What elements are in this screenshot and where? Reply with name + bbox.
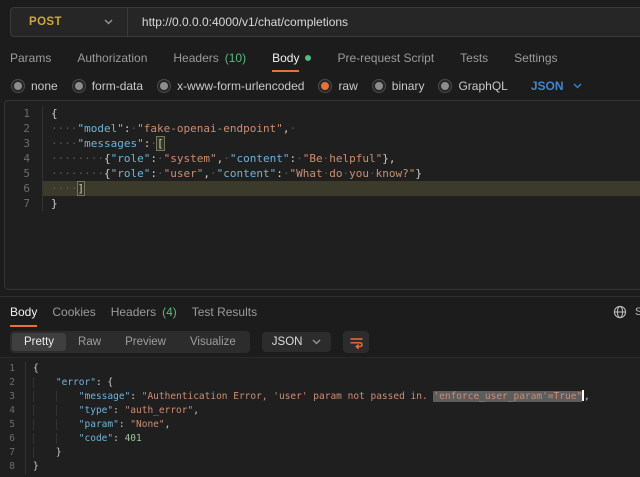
- tab-headers[interactable]: Headers(10): [173, 44, 246, 72]
- line-number: 7: [0, 446, 26, 460]
- line-number: 4: [5, 151, 43, 166]
- radio-graphql[interactable]: GraphQL: [439, 79, 507, 93]
- response-headers-count-badge: (4): [162, 305, 177, 319]
- globe-icon: [613, 305, 627, 319]
- line-number: 6: [5, 181, 43, 196]
- radio-binary[interactable]: binary: [373, 79, 425, 93]
- tab-authorization[interactable]: Authorization: [77, 44, 147, 72]
- response-section: Body Cookies Headers(4) Test Results S P…: [0, 296, 640, 477]
- tab-params[interactable]: Params: [10, 44, 51, 72]
- line-number: 1: [0, 362, 26, 376]
- request-body-editor[interactable]: 1{2····"model":·"fake-openai-endpoint",·…: [5, 106, 640, 211]
- code-line: 7}: [5, 196, 640, 211]
- line-number: 6: [0, 432, 26, 446]
- radio-circle: [373, 80, 385, 92]
- response-toolbar: Pretty Raw Preview Visualize JSON: [0, 327, 640, 357]
- tab-pre-request-script[interactable]: Pre-request Script: [337, 44, 434, 72]
- line-number: 4: [0, 404, 26, 418]
- tab-body[interactable]: Body: [272, 44, 311, 72]
- body-format-selector[interactable]: JSON: [531, 79, 582, 93]
- radio-circle: [158, 80, 170, 92]
- line-number: 1: [5, 106, 43, 121]
- line-number: 7: [5, 196, 43, 211]
- response-tab-body[interactable]: Body: [10, 297, 37, 327]
- view-pretty-button[interactable]: Pretty: [12, 333, 66, 351]
- body-type-row: none form-data x-www-form-urlencoded raw…: [0, 72, 640, 100]
- response-tab-test-results[interactable]: Test Results: [192, 297, 257, 327]
- code-line: 4 "type": "auth_error",: [0, 404, 640, 418]
- response-body-editor-container: 1{2 "error": {3 "message": "Authenticati…: [0, 357, 640, 477]
- response-tabs: Body Cookies Headers(4) Test Results S: [0, 297, 640, 327]
- chevron-down-icon: [573, 83, 582, 89]
- tab-tests[interactable]: Tests: [460, 44, 488, 72]
- status-text-clipped: S: [635, 306, 640, 318]
- code-line: 4········{"role":·"system",·"content":·"…: [5, 151, 640, 166]
- tab-settings[interactable]: Settings: [514, 44, 557, 72]
- code-line: 8}: [0, 460, 640, 474]
- code-line: 3····"messages":·[: [5, 136, 640, 151]
- body-modified-dot: [305, 55, 311, 61]
- request-tabs: Params Authorization Headers(10) Body Pr…: [0, 44, 640, 72]
- chevron-down-icon: [312, 339, 321, 345]
- request-url-strip: POST http://0.0.0.0:4000/v1/chat/complet…: [0, 0, 640, 44]
- response-body-editor[interactable]: 1{2 "error": {3 "message": "Authenticati…: [0, 362, 640, 474]
- line-number: 5: [5, 166, 43, 181]
- response-view-switcher: Pretty Raw Preview Visualize: [10, 331, 250, 353]
- code-line: 1{: [0, 362, 640, 376]
- code-line: 3 "message": "Authentication Error, 'use…: [0, 390, 640, 404]
- headers-count-badge: (10): [225, 51, 246, 65]
- code-line: 6····]: [5, 181, 640, 196]
- code-line: 2 "error": {: [0, 376, 640, 390]
- method-selector[interactable]: POST: [11, 8, 127, 36]
- radio-circle-selected: [319, 80, 331, 92]
- wrap-text-button[interactable]: [343, 331, 369, 353]
- radio-circle: [12, 80, 24, 92]
- view-raw-button[interactable]: Raw: [66, 333, 113, 351]
- code-line: 2····"model":·"fake-openai-endpoint",·: [5, 121, 640, 136]
- line-number: 3: [0, 390, 26, 404]
- radio-none[interactable]: none: [12, 79, 58, 93]
- method-label: POST: [29, 16, 62, 28]
- chevron-down-icon: [104, 19, 113, 25]
- code-line: 6 "code": 401: [0, 432, 640, 446]
- view-visualize-button[interactable]: Visualize: [178, 333, 248, 351]
- line-number: 3: [5, 136, 43, 151]
- radio-form-data[interactable]: form-data: [73, 79, 143, 93]
- line-number: 2: [5, 121, 43, 136]
- wrap-text-icon: [349, 336, 364, 349]
- line-number: 2: [0, 376, 26, 390]
- line-number: 5: [0, 418, 26, 432]
- response-tab-cookies[interactable]: Cookies: [52, 297, 95, 327]
- code-line: 5········{"role":·"user",·"content":·"Wh…: [5, 166, 640, 181]
- response-meta: S: [613, 297, 640, 327]
- view-preview-button[interactable]: Preview: [113, 333, 178, 351]
- request-body-editor-container: 1{2····"model":·"fake-openai-endpoint",·…: [4, 100, 640, 290]
- code-line: 1{: [5, 106, 640, 121]
- line-number: 8: [0, 460, 26, 474]
- response-format-selector[interactable]: JSON: [262, 332, 332, 352]
- radio-circle: [439, 80, 451, 92]
- radio-circle: [73, 80, 85, 92]
- code-line: 7 }: [0, 446, 640, 460]
- request-url-bar: POST http://0.0.0.0:4000/v1/chat/complet…: [10, 7, 640, 37]
- radio-x-www-form-urlencoded[interactable]: x-www-form-urlencoded: [158, 79, 304, 93]
- radio-raw[interactable]: raw: [319, 79, 357, 93]
- response-tab-headers[interactable]: Headers(4): [111, 297, 177, 327]
- url-input[interactable]: http://0.0.0.0:4000/v1/chat/completions: [128, 15, 348, 29]
- code-line: 5 "param": "None",: [0, 418, 640, 432]
